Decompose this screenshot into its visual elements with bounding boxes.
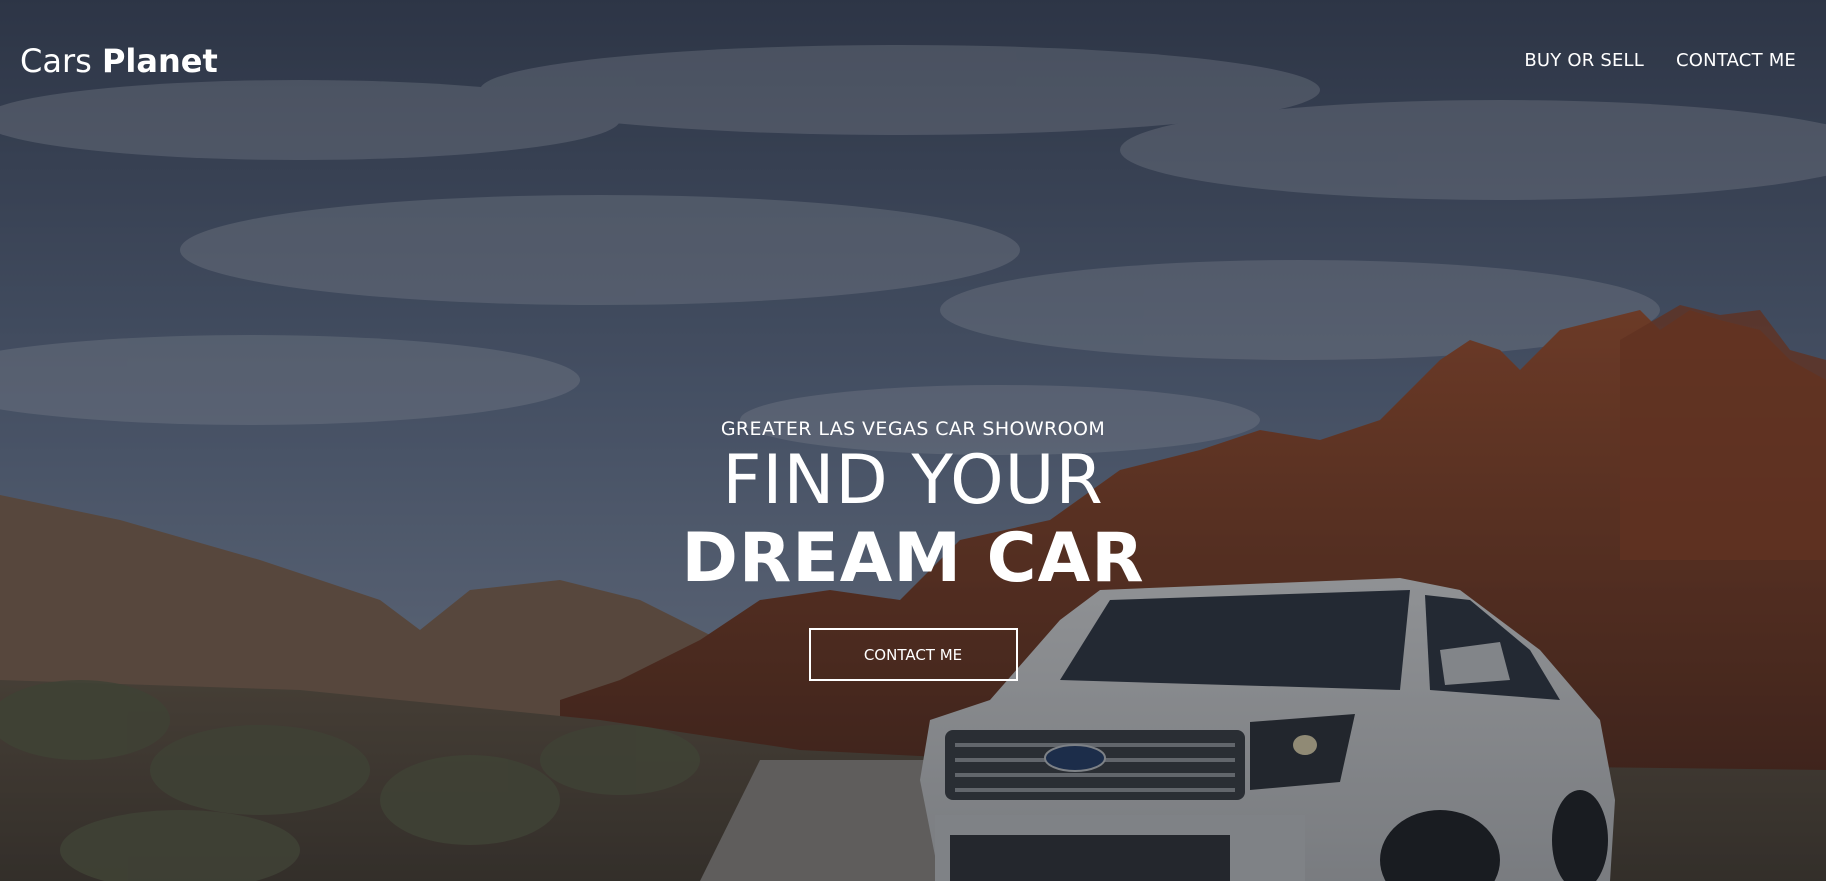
nav-link-buy-or-sell[interactable]: BUY OR SELL xyxy=(1524,50,1644,71)
nav-links: BUY OR SELL CONTACT ME xyxy=(1524,50,1796,71)
hero-headline-line1: FIND YOUR xyxy=(722,441,1104,520)
brand-name-light: Cars xyxy=(20,42,92,80)
brand-name-bold: Planet xyxy=(101,42,218,80)
nav-link-contact-me[interactable]: CONTACT ME xyxy=(1676,50,1796,71)
hero-headline-line2: DREAM CAR xyxy=(681,519,1145,598)
hero-content: GREATER LAS VEGAS CAR SHOWROOM FIND YOUR… xyxy=(0,412,1826,681)
hero-section: Cars Planet BUY OR SELL CONTACT ME GREAT… xyxy=(0,0,1826,881)
contact-me-button[interactable]: CONTACT ME xyxy=(808,628,1018,681)
top-navigation: Cars Planet BUY OR SELL CONTACT ME xyxy=(0,0,1826,120)
brand-logo[interactable]: Cars Planet xyxy=(20,39,218,83)
